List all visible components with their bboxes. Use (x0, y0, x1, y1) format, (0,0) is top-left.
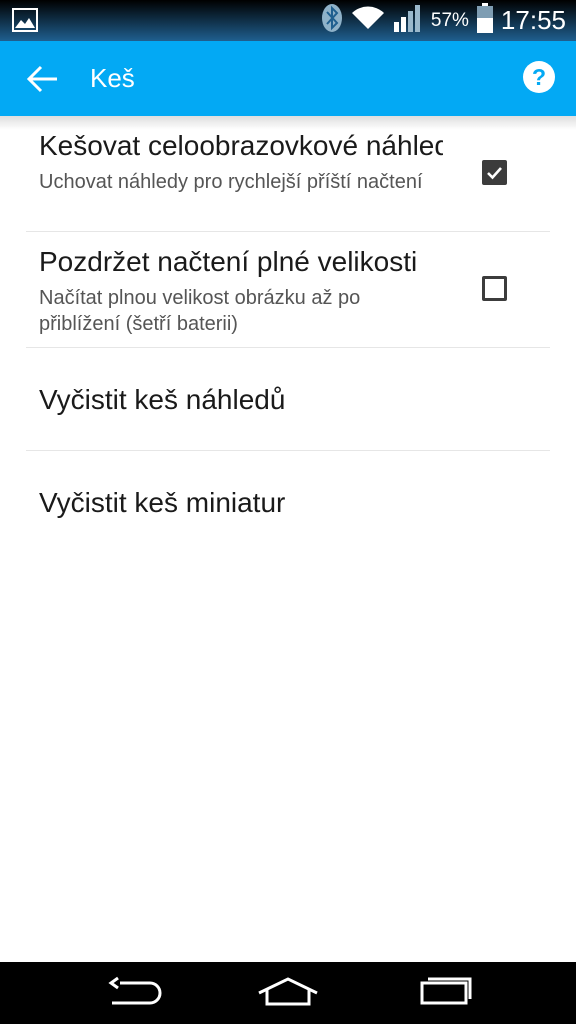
checkbox-delay-full-size[interactable] (482, 276, 507, 301)
back-nav-icon (98, 976, 168, 1017)
nav-back-button[interactable] (98, 973, 168, 1013)
help-button[interactable]: ? (522, 60, 556, 94)
status-bar: 57% 17:55 (0, 0, 576, 41)
nav-recents-button[interactable] (408, 973, 478, 1013)
pref-title: Pozdržet načtení plné velikosti (39, 246, 418, 277)
navigation-bar (0, 962, 576, 1024)
clock: 17:55 (500, 5, 566, 35)
pref-title: Vyčistit keš miniatur (39, 487, 286, 518)
recents-icon (408, 977, 478, 1017)
pref-clear-thumbnail-cache[interactable]: Vyčistit keš miniatur (26, 451, 550, 553)
svg-text:?: ? (532, 64, 546, 90)
pref-title: Kešovat celoobrazovkové náhledy (39, 130, 443, 161)
pref-title: Vyčistit keš náhledů (39, 384, 286, 415)
pref-cache-fullscreen-previews[interactable]: Kešovat celoobrazovkové náhledy Uchovat … (26, 116, 550, 232)
bluetooth-icon (321, 3, 343, 38)
pref-delay-full-size[interactable]: Pozdržet načtení plné velikosti Načítat … (26, 232, 550, 348)
check-icon (485, 163, 504, 182)
back-button[interactable] (20, 56, 66, 102)
battery-icon (476, 3, 493, 38)
app-bar: Keš ? (0, 41, 576, 116)
image-notification-icon (12, 8, 38, 37)
page-title: Keš (90, 63, 135, 93)
wifi-icon (351, 5, 385, 36)
help-icon: ? (522, 61, 556, 98)
checkbox-cache-previews[interactable] (482, 160, 507, 185)
nav-home-button[interactable] (253, 973, 323, 1013)
pref-clear-preview-cache[interactable]: Vyčistit keš náhledů (26, 348, 550, 451)
pref-summary: Uchovat náhledy pro rychlejší příští nač… (39, 171, 423, 193)
signal-icon (393, 4, 423, 37)
battery-percent: 57% (430, 9, 469, 31)
preference-list: Kešovat celoobrazovkové náhledy Uchovat … (0, 116, 576, 553)
home-icon (253, 977, 323, 1017)
pref-summary: Načítat plnou velikost obrázku až po při… (39, 287, 361, 335)
arrow-back-icon (20, 65, 66, 106)
